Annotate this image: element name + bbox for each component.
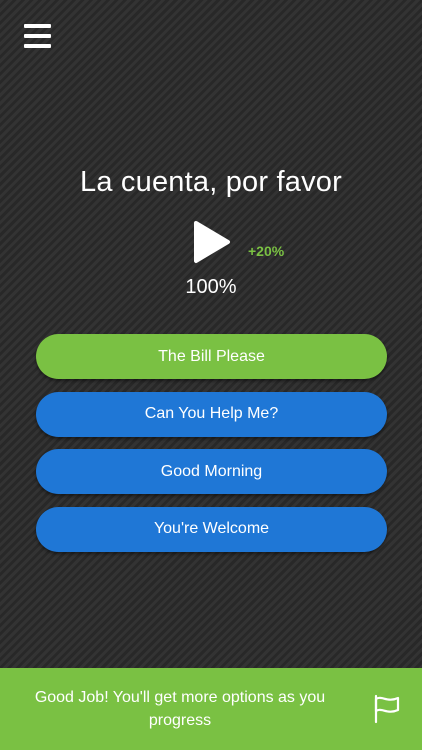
- answer-option-4[interactable]: You're Welcome: [36, 506, 387, 552]
- play-audio-button[interactable]: [191, 220, 233, 264]
- answer-option-1[interactable]: The Bill Please: [36, 334, 387, 379]
- answer-options: The Bill Please Can You Help Me? Good Mo…: [36, 334, 387, 564]
- progress-text: 100%: [185, 276, 237, 298]
- feedback-message: Good Job! You'll get more options as you…: [34, 689, 326, 729]
- hamburger-menu-icon: [24, 24, 51, 28]
- answer-option-2[interactable]: Can You Help Me?: [36, 391, 387, 437]
- phrase-text: La cuenta, por favor: [80, 166, 342, 198]
- feedback-banner: Good Job! You'll get more options as you…: [0, 668, 422, 750]
- flag-icon: [374, 694, 400, 724]
- play-icon: [194, 221, 230, 263]
- menu-button[interactable]: [24, 24, 51, 48]
- report-flag-button[interactable]: [372, 694, 402, 724]
- answer-option-3[interactable]: Good Morning: [36, 449, 387, 494]
- bonus-badge: +20%: [248, 243, 285, 259]
